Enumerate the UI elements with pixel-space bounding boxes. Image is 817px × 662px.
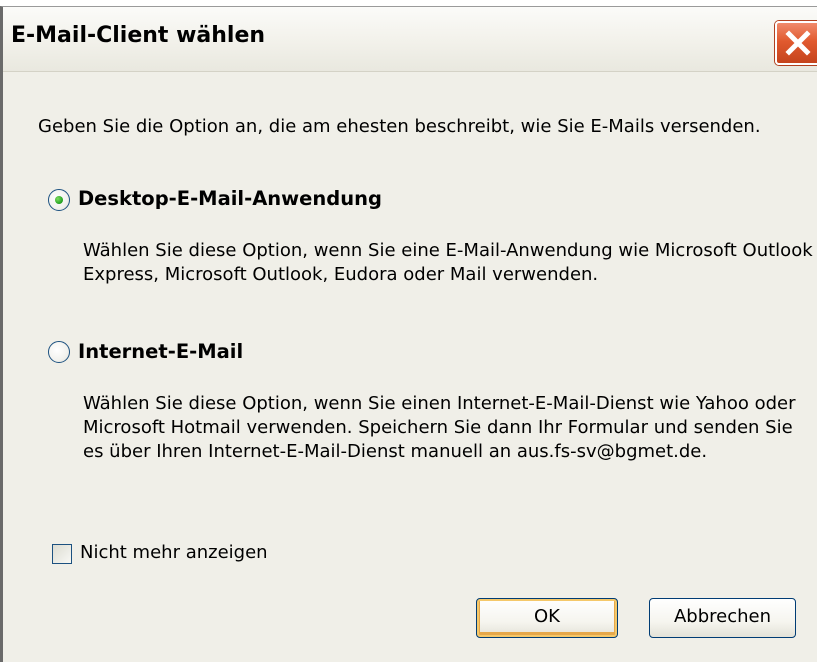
- desktop-email-description: Wählen Sie diese Option, wenn Sie eine E…: [83, 240, 813, 285]
- desktop-email-label[interactable]: Desktop-E-Mail-Anwendung: [78, 187, 382, 210]
- ok-button[interactable]: OK: [476, 598, 618, 638]
- email-client-dialog: E-Mail-Client wählen Geben Sie die Optio…: [0, 6, 817, 662]
- intro-text: Geben Sie die Option an, die am ehesten …: [38, 116, 761, 137]
- title-bar[interactable]: E-Mail-Client wählen: [3, 7, 817, 72]
- close-button[interactable]: [775, 21, 817, 65]
- internet-email-label[interactable]: Internet-E-Mail: [78, 340, 243, 363]
- close-icon: [785, 30, 811, 56]
- internet-email-radio[interactable]: [48, 341, 70, 363]
- cancel-button[interactable]: Abbrechen: [649, 598, 796, 638]
- radio-selected-dot: [54, 195, 63, 204]
- internet-email-description: Wählen Sie diese Option, wenn Sie einen …: [83, 393, 796, 462]
- dont-show-again-checkbox[interactable]: [52, 544, 72, 564]
- dialog-title: E-Mail-Client wählen: [11, 23, 266, 48]
- desktop-email-radio[interactable]: [48, 189, 70, 211]
- screen: E-Mail-Client wählen Geben Sie die Optio…: [0, 0, 817, 662]
- dont-show-again-label[interactable]: Nicht mehr anzeigen: [80, 541, 268, 565]
